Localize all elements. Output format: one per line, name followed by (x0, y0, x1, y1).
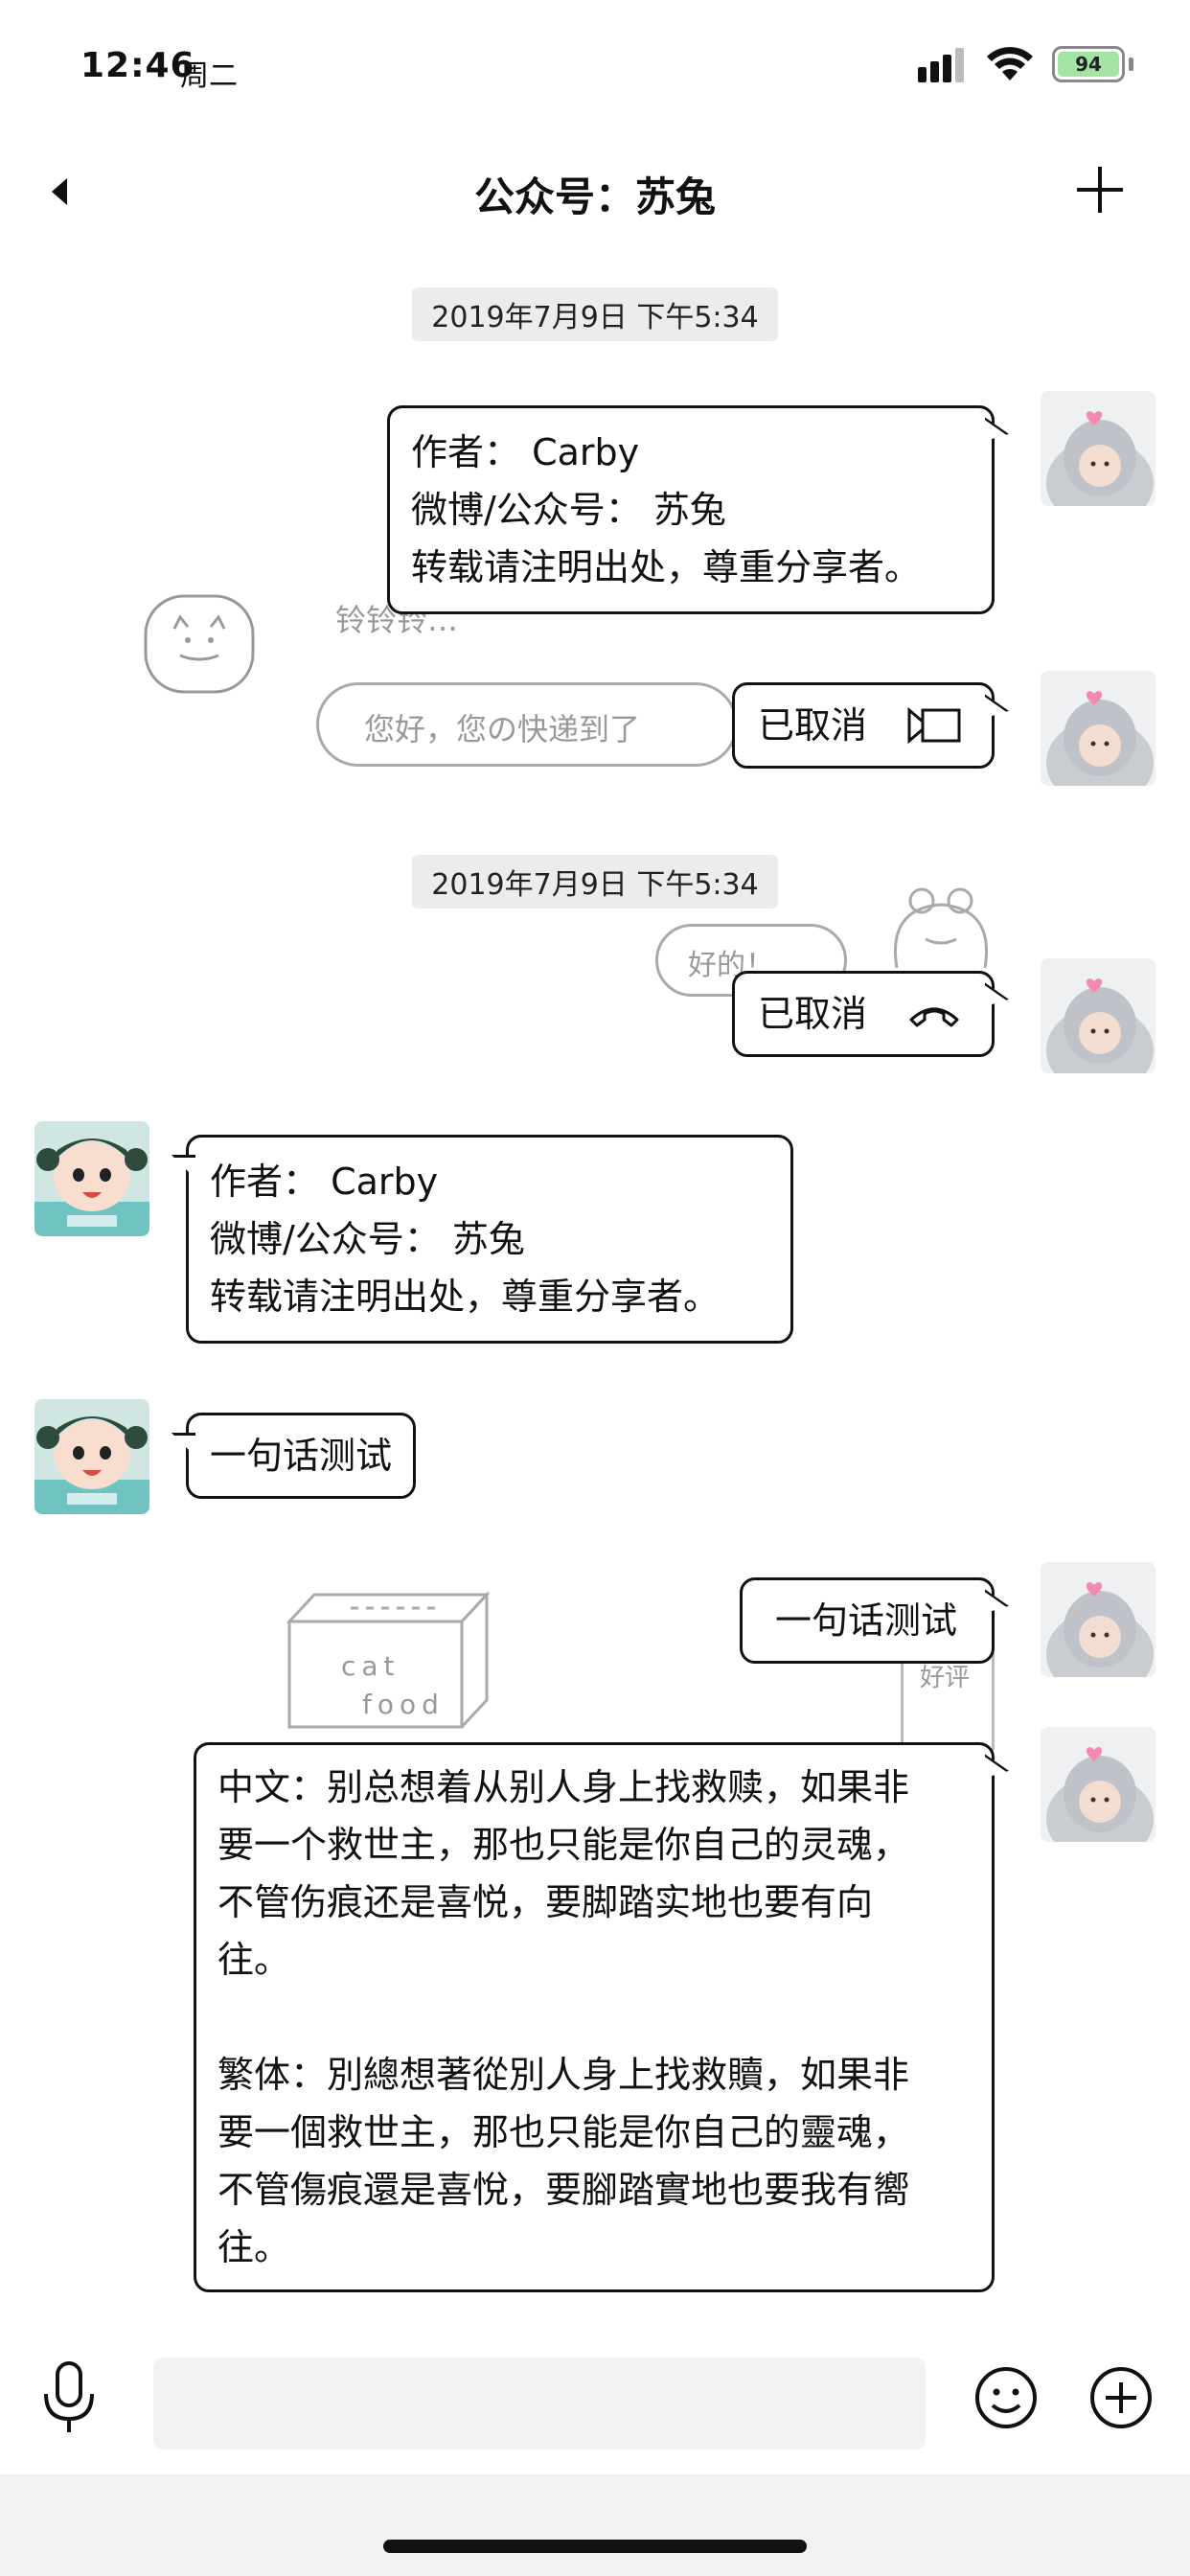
delivery-doodle-text: 您好，您の快递到了 (364, 711, 641, 748)
avatar[interactable] (1041, 1727, 1156, 1842)
message-bubble-outgoing[interactable]: 一句话测试 (740, 1577, 995, 1664)
message-bubble-incoming[interactable]: 作者： Carby 微博/公众号： 苏兔 转载请注明出处，尊重分享者。 (186, 1135, 793, 1344)
message-text: 一句话测试 (775, 1599, 958, 1642)
message-bubble-incoming[interactable]: 一句话测试 (186, 1413, 417, 1499)
message-line: 不管伤痕还是喜悦，要脚踏实地也要有向 (217, 1881, 874, 1923)
message-line: 要一個救世主，那也只能是你自己的靈魂， (217, 2111, 910, 2153)
user-avatar-image (1041, 391, 1156, 506)
message-bubble-outgoing[interactable]: 中文：别总想着从别人身上找救赎，如果非 要一个救世主，那也只能是你自己的灵魂， … (194, 1742, 995, 2292)
call-status-label: 已取消 (758, 993, 868, 1035)
message-timestamp: 2019年7月9日 下午5:34 (412, 855, 778, 908)
message-line: 繁体：別總想著從別人身上找救贖，如果非 (217, 2054, 910, 2096)
avatar[interactable] (1041, 1562, 1156, 1677)
message-text: 一句话测试 (210, 1435, 393, 1477)
home-indicator[interactable] (383, 2540, 807, 2553)
message-line: 往。 (217, 1939, 291, 1981)
message-timestamp: 2019年7月9日 下午5:34 (412, 288, 778, 341)
video-call-cancelled-bubble[interactable]: 已取消 (732, 682, 995, 769)
page-title: 公众号：苏兔 (473, 173, 716, 220)
message-line: 不管傷痕還是喜悅，要腳踏實地也要我有嚮 (217, 2169, 910, 2211)
message-input[interactable] (153, 2358, 926, 2450)
battery-level: 94 (1058, 52, 1119, 77)
avatar[interactable] (1041, 391, 1156, 506)
catfood-box-text-2: food (362, 1689, 445, 1720)
message-line: 转载请注明出处，尊重分享者。 (210, 1276, 721, 1318)
phone-hangup-icon (909, 1007, 959, 1027)
contact-avatar-image (34, 1399, 149, 1514)
message-line: 微博/公众号： 苏兔 (411, 489, 726, 531)
wifi-icon (987, 47, 1033, 80)
video-call-icon (907, 706, 961, 745)
message-line: 作者： Carby (210, 1161, 439, 1203)
status-bar: 12:46 周二 94 (0, 0, 1190, 134)
call-status-label: 已取消 (758, 704, 868, 747)
plus-icon[interactable] (1073, 163, 1127, 217)
input-bar (0, 2331, 1190, 2474)
voice-call-cancelled-bubble[interactable]: 已取消 (732, 971, 995, 1057)
avatar[interactable] (1041, 671, 1156, 786)
avatar[interactable] (1041, 958, 1156, 1073)
signal-icon (918, 48, 964, 82)
message-line (217, 1989, 971, 2046)
contact-avatar-image (34, 1121, 149, 1236)
message-bubble-outgoing[interactable]: 作者： Carby 微博/公众号： 苏兔 转载请注明出处，尊重分享者。 (387, 405, 995, 614)
avatar[interactable] (34, 1399, 149, 1514)
plus-circle-icon[interactable] (1088, 2365, 1154, 2430)
battery-indicator: 94 (1052, 46, 1125, 82)
status-time: 12:46 (80, 46, 195, 85)
battery-cap (1129, 58, 1133, 71)
user-avatar-image (1041, 1727, 1156, 1842)
message-line: 往。 (217, 2226, 291, 2268)
cat-doodle (144, 594, 255, 694)
user-avatar-image (1041, 671, 1156, 786)
message-line: 要一个救世主，那也只能是你自己的灵魂， (217, 1824, 910, 1866)
microphone-icon[interactable] (38, 2359, 100, 2436)
message-line: 作者： Carby (411, 431, 640, 473)
message-line: 转载请注明出处，尊重分享者。 (411, 546, 922, 588)
frog-doodle (894, 887, 988, 969)
user-avatar-image (1041, 958, 1156, 1073)
emoji-icon[interactable] (973, 2365, 1039, 2430)
avatar[interactable] (34, 1121, 149, 1236)
message-line: 中文：别总想着从别人身上找救赎，如果非 (217, 1766, 910, 1808)
nav-header: 公众号：苏兔 (0, 144, 1190, 240)
home-area (0, 2474, 1190, 2576)
user-avatar-image (1041, 1562, 1156, 1677)
catfood-box-text-1: cat (341, 1650, 400, 1682)
message-line: 微博/公众号： 苏兔 (210, 1218, 525, 1260)
status-day: 周二 (180, 59, 238, 93)
